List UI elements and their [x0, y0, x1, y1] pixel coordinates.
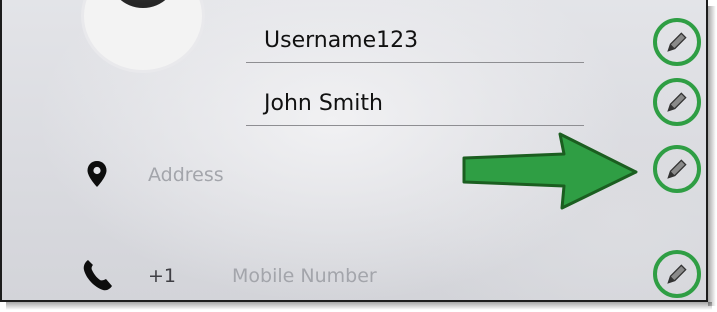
frame-shadow-bottom: [6, 302, 712, 310]
pencil-icon: [667, 159, 687, 179]
green-arrow-annotation: [462, 132, 638, 210]
address-field[interactable]: Address: [148, 164, 224, 186]
pencil-icon: [667, 32, 687, 52]
edit-username-button[interactable]: [653, 18, 701, 66]
avatar[interactable]: [84, 0, 202, 70]
full-name-underline: [246, 125, 584, 126]
full-name-field[interactable]: John Smith: [264, 91, 383, 116]
pencil-icon: [667, 92, 687, 112]
mobile-number-field[interactable]: Mobile Number: [232, 265, 377, 287]
edit-mobile-button[interactable]: [653, 250, 701, 298]
username-field[interactable]: Username123: [264, 28, 418, 53]
phone-icon: [83, 260, 112, 291]
location-pin-icon: [87, 161, 107, 187]
country-code[interactable]: +1: [148, 265, 176, 287]
edit-address-button[interactable]: [653, 145, 701, 193]
profile-edit-screen: Username123 John Smith Address +1 Mobile…: [0, 0, 708, 302]
username-underline: [246, 62, 584, 63]
pencil-icon: [667, 264, 687, 284]
frame-shadow-right: [708, 6, 716, 306]
edit-full-name-button[interactable]: [653, 78, 701, 126]
